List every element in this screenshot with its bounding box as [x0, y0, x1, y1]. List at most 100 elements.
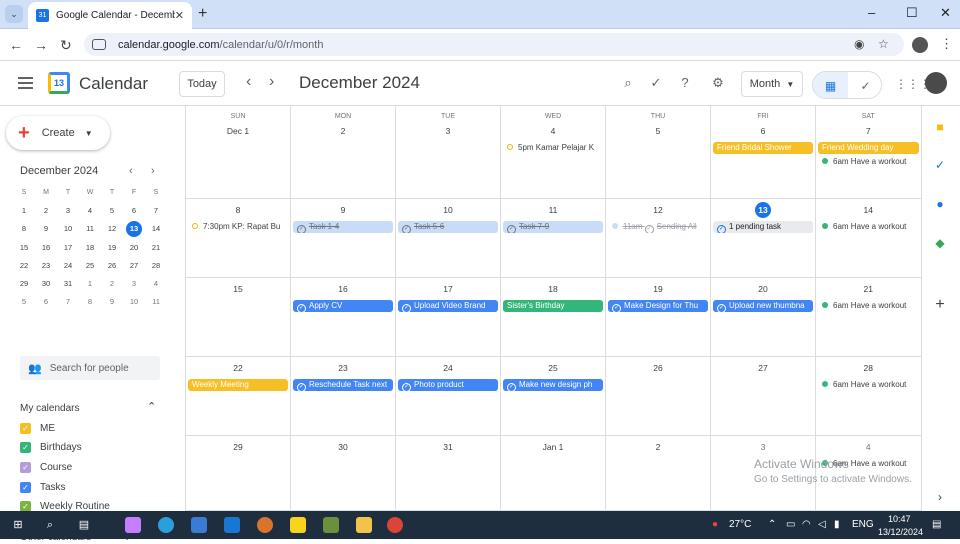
- day-number[interactable]: 31: [396, 442, 500, 452]
- expand-panel-icon[interactable]: ›: [933, 490, 947, 504]
- reload-icon[interactable]: ↻: [60, 37, 72, 54]
- checkbox-icon[interactable]: ✓: [20, 442, 31, 454]
- mini-day[interactable]: 9: [101, 293, 123, 311]
- site-info-icon[interactable]: [92, 39, 106, 50]
- store-icon[interactable]: [191, 517, 207, 533]
- mini-day[interactable]: 3: [123, 275, 145, 293]
- mini-day[interactable]: 13: [126, 221, 142, 238]
- file-explorer-icon[interactable]: [356, 517, 372, 533]
- mini-day[interactable]: 3: [57, 202, 79, 220]
- day-number[interactable]: 2: [291, 126, 395, 136]
- calendar-item[interactable]: ✓ Birthdays: [20, 440, 82, 456]
- mini-day[interactable]: 26: [101, 257, 123, 275]
- day-number[interactable]: 13: [711, 202, 815, 218]
- mini-day[interactable]: 21: [145, 239, 167, 257]
- mini-day[interactable]: 25: [79, 257, 101, 275]
- day-number[interactable]: 11: [501, 205, 605, 215]
- task-view-icon[interactable]: ▤: [76, 517, 92, 533]
- day-number[interactable]: 3: [711, 442, 815, 452]
- day-number[interactable]: 29: [186, 442, 290, 452]
- calendar-event[interactable]: ✓ Photo product: [398, 379, 498, 391]
- day-cell[interactable]: 29: [186, 436, 291, 511]
- calendar-event[interactable]: ✓ Task 1-4: [293, 221, 393, 233]
- mini-day[interactable]: 12: [101, 220, 123, 238]
- tasks-check-icon[interactable]: ✓: [648, 75, 664, 91]
- day-cell[interactable]: 25 ✓ Make new design ph: [501, 357, 606, 436]
- mini-day[interactable]: 30: [35, 275, 57, 293]
- day-cell[interactable]: 14 6am Have a workout: [816, 199, 922, 278]
- day-number[interactable]: 4: [816, 442, 921, 452]
- calendar-event[interactable]: 5pm Kamar Pelajar K: [503, 142, 603, 154]
- calendar-event[interactable]: ✓ Task 5-6: [398, 221, 498, 233]
- day-cell[interactable]: 24 ✓ Photo product: [396, 357, 501, 436]
- view-select[interactable]: Month ▼: [741, 71, 803, 97]
- browser-menu-icon[interactable]: ⋮: [940, 36, 953, 52]
- day-cell[interactable]: 18 Sister's Birthday: [501, 278, 606, 357]
- day-cell[interactable]: FRI 6 Friend Bridal Shower: [711, 106, 816, 199]
- mini-day[interactable]: 19: [101, 239, 123, 257]
- keep-icon[interactable]: ■: [933, 120, 947, 134]
- tray-chevron-icon[interactable]: ⌃: [768, 519, 776, 530]
- mail-icon[interactable]: [224, 517, 240, 533]
- day-cell[interactable]: 2: [606, 436, 711, 511]
- calendar-item[interactable]: ✓ Course: [20, 459, 72, 475]
- day-cell[interactable]: 31: [396, 436, 501, 511]
- day-number[interactable]: 4: [501, 126, 605, 136]
- today-marker[interactable]: 13: [755, 202, 771, 218]
- day-cell[interactable]: 26: [606, 357, 711, 436]
- tasks-icon[interactable]: ✓: [933, 158, 947, 172]
- windows-start-icon[interactable]: ⊞: [10, 517, 26, 533]
- calendar-event[interactable]: Friend Wedding day: [818, 142, 919, 154]
- day-number[interactable]: 18: [501, 284, 605, 294]
- edge-icon[interactable]: [158, 517, 174, 533]
- today-button[interactable]: Today: [179, 71, 225, 97]
- day-number[interactable]: 7: [816, 126, 921, 136]
- url-input[interactable]: calendar.google.com/calendar/u/0/r/month…: [84, 33, 904, 56]
- day-cell[interactable]: MON 2: [291, 106, 396, 199]
- calendar-event[interactable]: ✓ Make Design for Thu: [608, 300, 708, 312]
- settings-gear-icon[interactable]: ⚙: [710, 75, 726, 91]
- mini-day[interactable]: 7: [57, 293, 79, 311]
- calendar-event[interactable]: ✓ 1 pending task: [713, 221, 813, 233]
- day-cell[interactable]: SUN Dec 1: [186, 106, 291, 199]
- day-number[interactable]: 25: [501, 363, 605, 373]
- checkbox-icon[interactable]: ✓: [20, 422, 31, 434]
- network-icon[interactable]: ▭: [786, 519, 795, 530]
- battery-icon[interactable]: ▮: [834, 519, 840, 530]
- day-number[interactable]: 26: [606, 363, 710, 373]
- clock-time[interactable]: 10:47: [888, 514, 911, 524]
- temperature[interactable]: 27°C: [729, 519, 751, 530]
- maximize-icon[interactable]: ☐: [906, 5, 918, 21]
- day-cell[interactable]: 13 ✓ 1 pending task: [711, 199, 816, 278]
- close-window-icon[interactable]: ✕: [940, 5, 951, 21]
- mini-day[interactable]: 10: [123, 293, 145, 311]
- day-cell[interactable]: THU 5: [606, 106, 711, 199]
- mini-day[interactable]: 1: [13, 202, 35, 220]
- day-cell[interactable]: 12 11am ✓ Sending All: [606, 199, 711, 278]
- speaker-icon[interactable]: ◁: [818, 519, 826, 530]
- calendar-view-icon[interactable]: ▦: [813, 72, 848, 98]
- mini-day[interactable]: 4: [145, 275, 167, 293]
- day-number[interactable]: 16: [291, 284, 395, 294]
- contacts-icon[interactable]: ●: [933, 197, 947, 211]
- weather-icon[interactable]: ●: [712, 519, 718, 530]
- calendar-event[interactable]: Weekly Meeting: [188, 379, 288, 391]
- mini-day[interactable]: 1: [79, 275, 101, 293]
- mini-day[interactable]: 6: [123, 202, 145, 220]
- calendar-event[interactable]: 6am Have a workout: [818, 300, 919, 312]
- search-icon[interactable]: ⌕: [42, 517, 58, 533]
- day-number[interactable]: Dec 1: [186, 126, 290, 136]
- day-cell[interactable]: 15: [186, 278, 291, 357]
- checkbox-icon[interactable]: ✓: [20, 481, 31, 493]
- event-title[interactable]: Sending All: [657, 222, 697, 231]
- account-avatar[interactable]: [925, 72, 947, 94]
- day-number[interactable]: Jan 1: [501, 442, 605, 452]
- task-view-icon[interactable]: ✓: [848, 72, 881, 98]
- calendar-event[interactable]: Friend Bridal Shower: [713, 142, 813, 154]
- maps-icon[interactable]: ◆: [933, 236, 947, 250]
- mini-day[interactable]: 10: [57, 220, 79, 238]
- mini-day[interactable]: 5: [13, 293, 35, 311]
- day-cell[interactable]: 20 ✓ Upload new thumbna: [711, 278, 816, 357]
- close-tab-icon[interactable]: ✕: [175, 9, 184, 22]
- day-cell[interactable]: 23 ✓ Reschedule Task next: [291, 357, 396, 436]
